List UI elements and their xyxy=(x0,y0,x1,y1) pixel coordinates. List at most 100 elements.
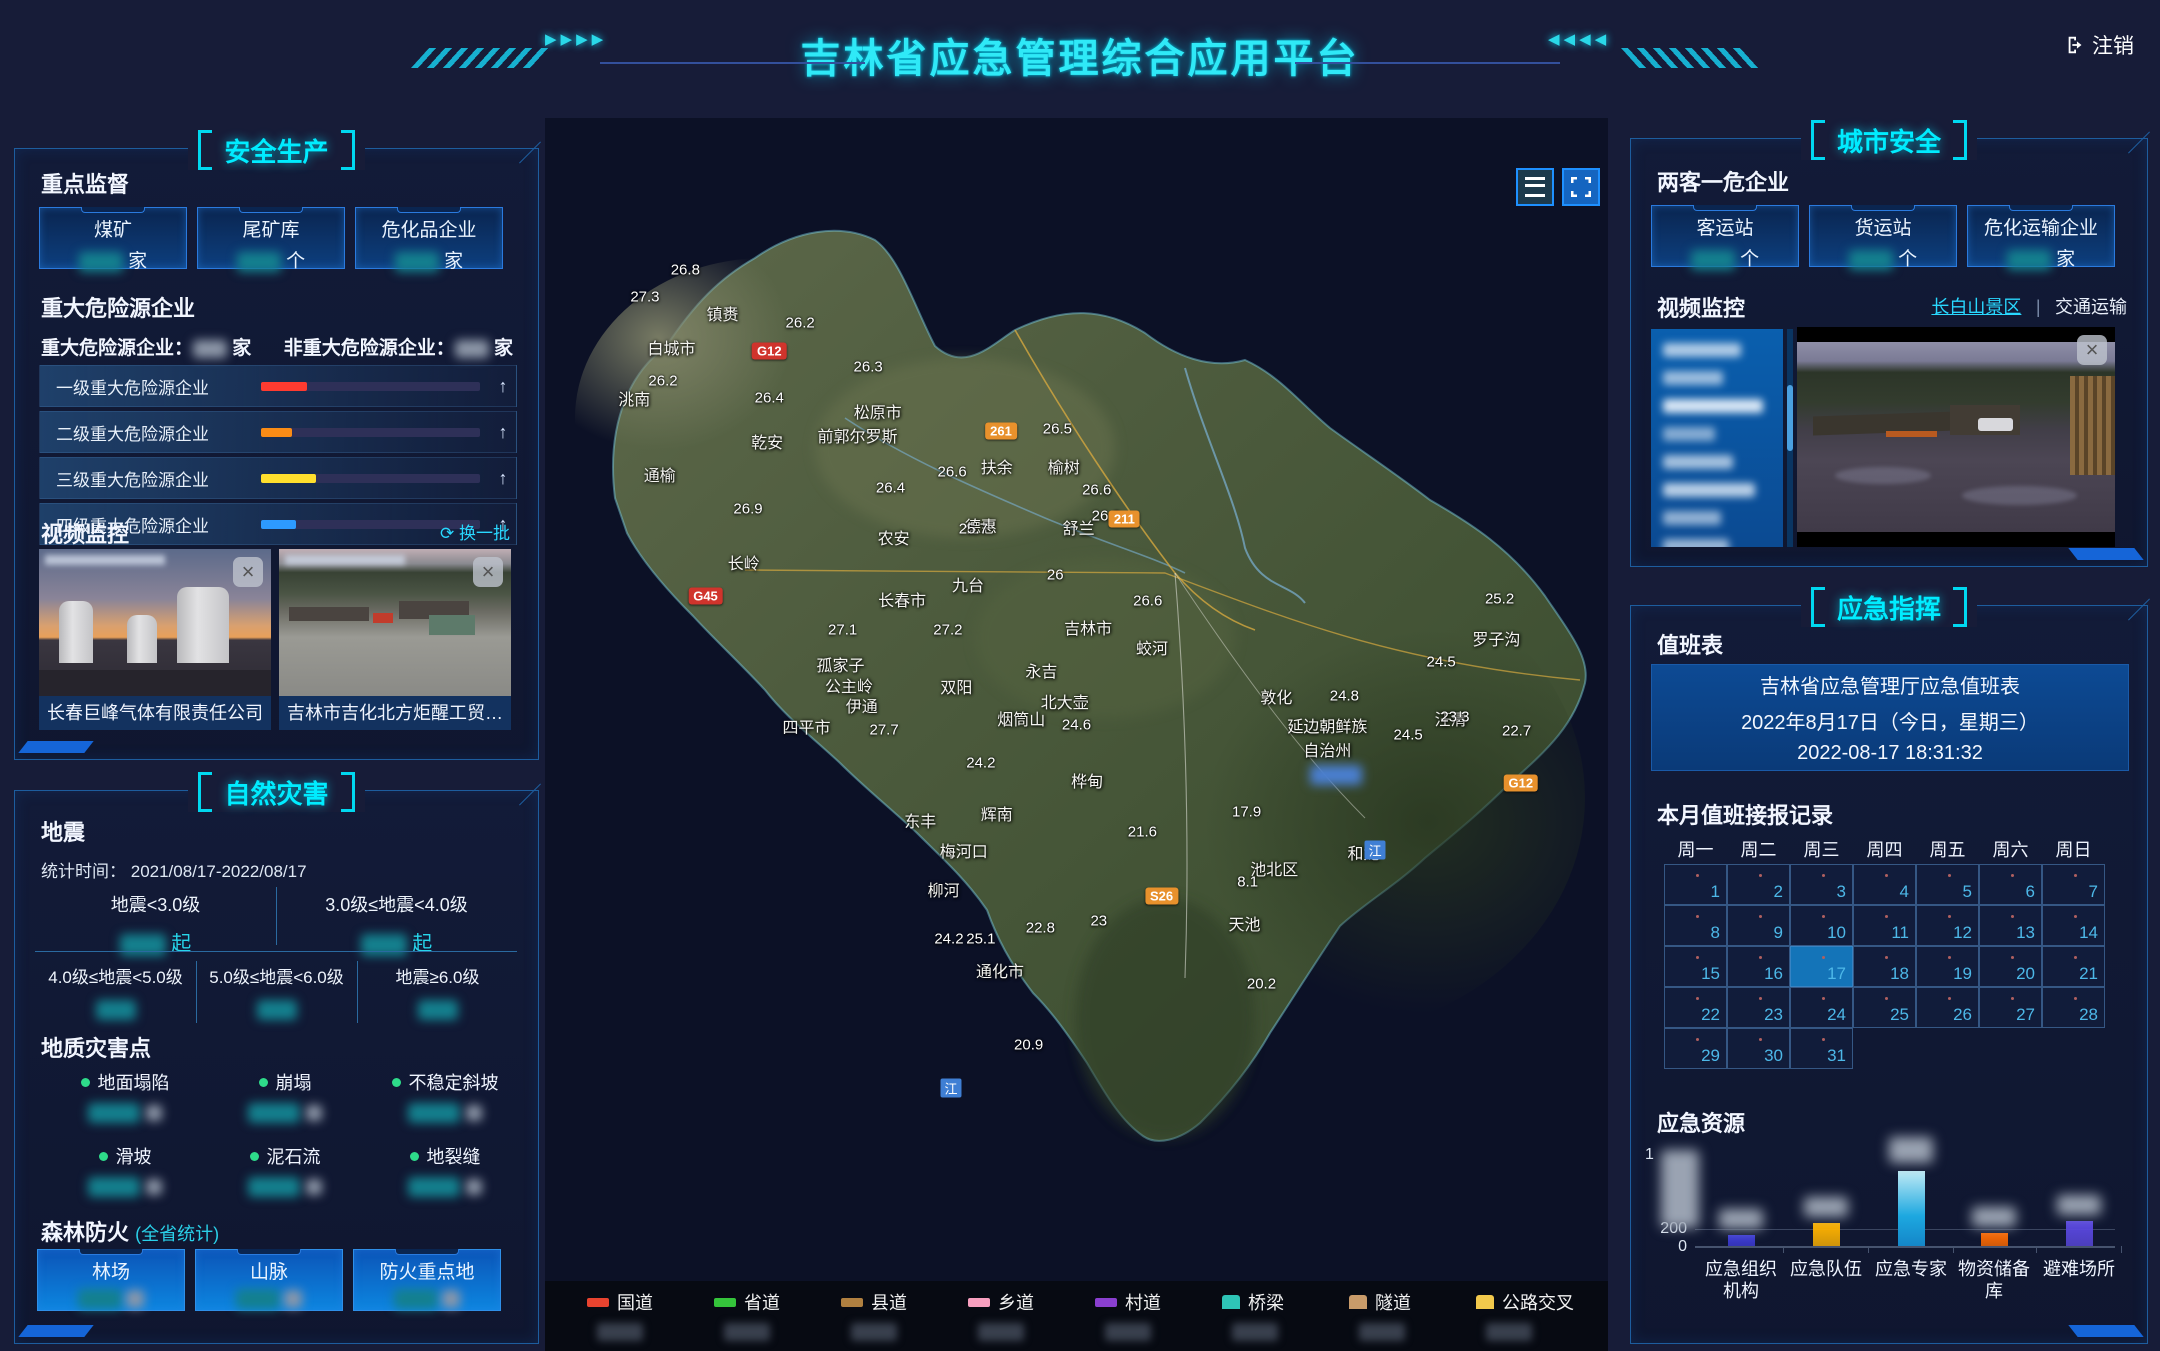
map-city-label: 舒兰 xyxy=(1063,515,1095,539)
map-city-label: 东丰 xyxy=(904,808,936,832)
map-temp-label: 24.2 xyxy=(934,931,963,948)
map-temp-label: 26.9 xyxy=(733,500,762,517)
dashboard-root: 吉林省应急管理综合应用平台 ▶▶▶▶ ◀◀◀◀ 注销 安全生产 重点监督 煤矿 … xyxy=(0,0,2160,1351)
unit-redacted xyxy=(306,1179,322,1195)
stat-card-货运站[interactable]: 货运站 个 xyxy=(1809,205,1957,267)
value-redacted xyxy=(1849,250,1893,270)
map-city-label: 九台 xyxy=(952,572,984,596)
geo-item-label: 滑坡 xyxy=(45,1143,205,1169)
hazard-bar-row: 三级重大危险源企业↑ xyxy=(39,457,517,499)
unit-redacted xyxy=(442,1290,460,1308)
page-title: 吉林省应急管理综合应用平台 xyxy=(0,26,2160,84)
hazard-bar-fill xyxy=(261,428,292,437)
map-fullscreen-button[interactable] xyxy=(1562,168,1600,206)
province-map[interactable]: 白城市镇赉洮南通榆乾安松原市前郭尔罗斯扶余榆树长岭农安德惠舒兰九台长春市吉林市蛟… xyxy=(545,118,1608,1351)
stat-card-防火重点地[interactable]: 防火重点地 xyxy=(353,1249,501,1311)
stat-card-危化运输企业[interactable]: 危化运输企业 家 xyxy=(1967,205,2115,267)
stat-card-客运站[interactable]: 客运站 个 xyxy=(1651,205,1799,267)
hazard-stat-left: 重大危险源企业： 家 xyxy=(41,333,251,360)
geo-item-label: 泥石流 xyxy=(205,1143,365,1169)
camera-list-item[interactable] xyxy=(1663,483,1755,497)
bar-value-redacted xyxy=(1889,1137,1933,1163)
close-video-button[interactable]: × xyxy=(233,557,263,587)
green-dot-icon xyxy=(99,1152,108,1161)
value-redacted xyxy=(96,1000,136,1020)
map-city-label: 镇赉 xyxy=(707,301,739,325)
camera-tile[interactable]: × 长春巨峰气体有限责任公司 xyxy=(39,549,271,730)
chart-bar-应急组织机构 xyxy=(1728,1235,1755,1246)
camera-caption: 长春巨峰气体有限责任公司 xyxy=(39,696,271,730)
camera-list-item[interactable] xyxy=(1663,399,1763,413)
map-temp-label: 26.6 xyxy=(1082,482,1111,499)
camera-caption: 吉林市吉化北方炬醒工贸责任... xyxy=(279,696,511,730)
panel-city-safety: 城市安全 两客一危企业 客运站 个货运站 个危化运输企业 家 视频监控 长白山景… xyxy=(1630,138,2148,567)
link-transport[interactable]: 交通运输 xyxy=(2055,297,2127,317)
corner-accent xyxy=(2068,548,2143,560)
camera-list[interactable] xyxy=(1651,329,1783,547)
hazard-stat-right-label: 非重大危险源企业： xyxy=(284,338,455,359)
refresh-batch-button[interactable]: ⟳ 换一批 xyxy=(440,519,510,544)
camera-tile[interactable]: × 吉林市吉化北方炬醒工贸责任... xyxy=(279,549,511,730)
bracket-left-icon xyxy=(1811,120,1825,160)
camera-list-item[interactable] xyxy=(1663,511,1721,525)
legend-item-村道: 村道 xyxy=(1095,1289,1222,1341)
stat-card-label: 防火重点地 xyxy=(354,1257,500,1284)
close-video-button[interactable]: × xyxy=(473,557,503,587)
logout-button[interactable]: 注销 xyxy=(2065,30,2134,60)
value-redacted xyxy=(394,1289,438,1309)
stat-card-value: 个 xyxy=(1810,244,1956,271)
map-temp-label: 27.2 xyxy=(933,621,962,638)
stat-card-value xyxy=(38,1288,184,1310)
stat-card-山脉[interactable]: 山脉 xyxy=(195,1249,343,1311)
map-temp-label: 24.2 xyxy=(966,754,995,771)
header-hatch-left xyxy=(411,48,549,68)
header-hatch-right xyxy=(1621,48,1759,68)
link-changbaishan[interactable]: 长白山景区 xyxy=(1931,297,2021,317)
stat-card-unit: 个 xyxy=(1898,249,1917,270)
header-line-right xyxy=(1295,62,1560,64)
close-video-button[interactable]: × xyxy=(2077,335,2107,365)
stat-card-value: 个 xyxy=(198,246,344,273)
two-passenger-heading: 两客一危企业 xyxy=(1657,165,1789,197)
map-road-badge-S26: S26 xyxy=(1145,888,1178,905)
divider xyxy=(35,951,517,952)
divider xyxy=(196,961,197,1023)
geo-item-label: 崩塌 xyxy=(205,1069,365,1095)
县道-swatch xyxy=(841,1298,863,1307)
map-city-label: 烟筒山 xyxy=(997,706,1045,730)
stat-card-尾矿库[interactable]: 尾矿库 个 xyxy=(197,207,345,269)
stat-card-危化品企业[interactable]: 危化品企业 家 xyxy=(355,207,503,269)
map-temp-label: 26.5 xyxy=(1043,420,1072,437)
chart-bar-应急队伍 xyxy=(1813,1223,1840,1246)
stat-card-煤矿[interactable]: 煤矿 家 xyxy=(39,207,187,269)
legend-item-桥梁: 桥梁 xyxy=(1222,1289,1349,1341)
category-label: 物资储备 库 xyxy=(1948,1258,2040,1302)
camera-list-item[interactable] xyxy=(1663,455,1733,469)
camera-list-item[interactable] xyxy=(1663,371,1723,385)
stat-card-label: 煤矿 xyxy=(40,215,186,242)
up-arrow-icon: ↑ xyxy=(490,376,516,397)
camera-list-item[interactable] xyxy=(1663,343,1741,357)
stat-card-林场[interactable]: 林场 xyxy=(37,1249,185,1311)
unit-redacted xyxy=(146,1105,162,1121)
camera-list-item[interactable] xyxy=(1663,427,1715,441)
quake-cell-label: 4.0级≤地震<5.0级 xyxy=(35,963,196,988)
camera-list-scrollbar[interactable] xyxy=(1787,329,1793,547)
divider xyxy=(276,887,277,945)
legend-count-redacted xyxy=(851,1323,897,1341)
map-water-label: 江 xyxy=(1365,841,1386,860)
scrollbar-thumb[interactable] xyxy=(1787,385,1793,451)
map-city-label: 四平市 xyxy=(782,714,830,738)
camera-list-item[interactable] xyxy=(1663,539,1729,547)
map-layers-button[interactable] xyxy=(1516,168,1554,206)
geo-item-value xyxy=(205,1177,365,1197)
hamburger-icon xyxy=(1525,177,1545,197)
category-label: 避难场所 xyxy=(2033,1258,2125,1280)
map-temp-label: 26.4 xyxy=(755,389,784,406)
city-video-player[interactable]: × xyxy=(1797,327,2115,547)
value-redacted xyxy=(88,1103,140,1123)
legend-tunnel-icon xyxy=(1349,1295,1367,1309)
fullscreen-icon xyxy=(1571,177,1591,197)
unit-redacted xyxy=(466,1105,482,1121)
value-redacted xyxy=(395,252,439,272)
